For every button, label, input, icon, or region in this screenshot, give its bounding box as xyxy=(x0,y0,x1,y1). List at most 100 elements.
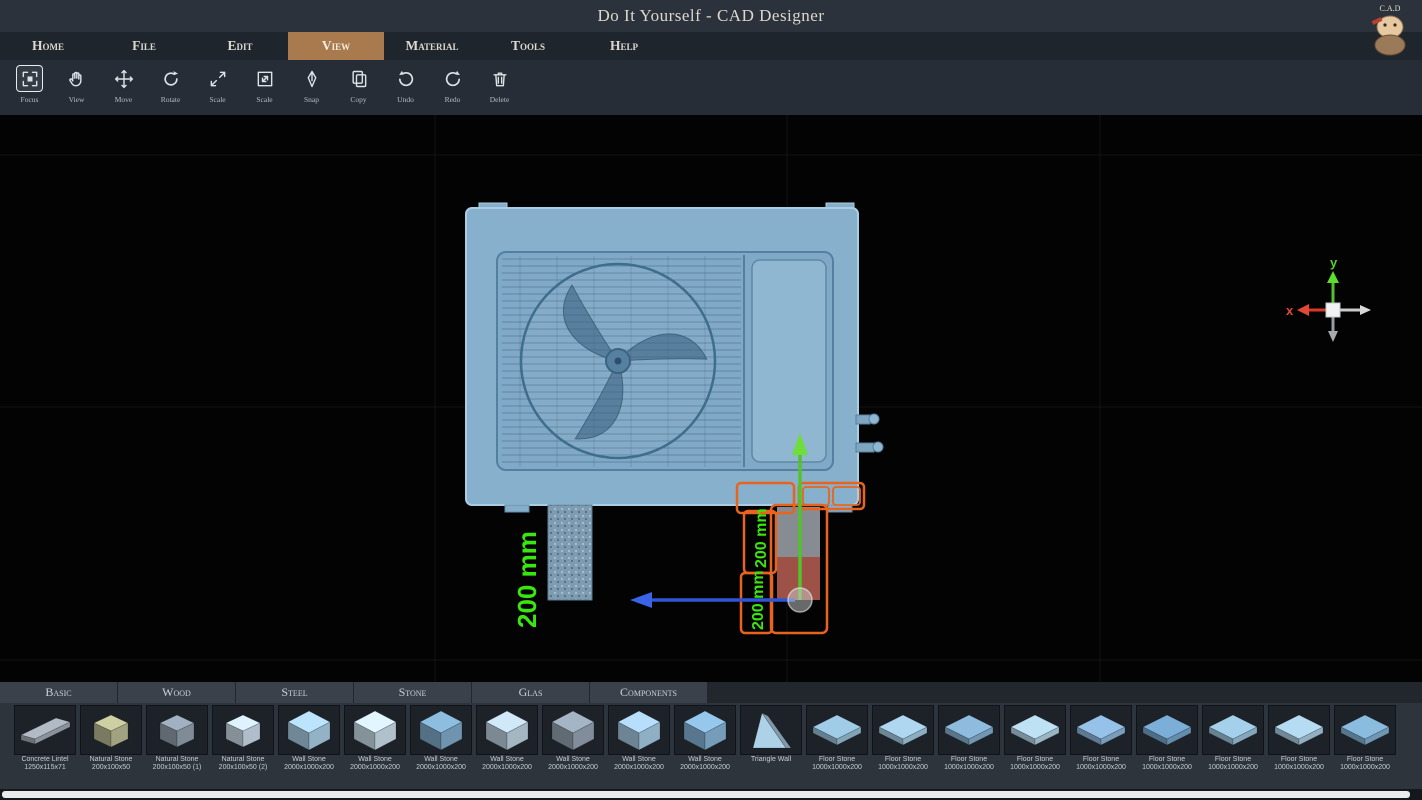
snap-tool-button-6[interactable]: Snap xyxy=(288,63,335,104)
item-thumbnail xyxy=(476,705,538,755)
item-size: 2000x1000x200 xyxy=(408,764,474,772)
copy-tool-button-7[interactable]: Copy xyxy=(335,63,382,104)
library-item[interactable]: Wall Stone 2000x1000x200 xyxy=(672,703,738,789)
library-item[interactable]: Floor Stone 1000x1000x200 xyxy=(870,703,936,789)
item-name: Floor Stone xyxy=(804,756,870,764)
item-thumbnail xyxy=(938,705,1000,755)
ac-unit-model[interactable] xyxy=(466,203,883,512)
library-item[interactable]: Wall Stone 2000x1000x200 xyxy=(474,703,540,789)
menu-item-edit[interactable]: Edit xyxy=(192,32,288,60)
item-size: 200x100x50 (1) xyxy=(144,764,210,772)
item-size: 1000x1000x200 xyxy=(1266,764,1332,772)
library-item[interactable]: Wall Stone 2000x1000x200 xyxy=(540,703,606,789)
library-item[interactable]: Natural Stone 200x100x50 xyxy=(78,703,144,789)
item-name: Floor Stone xyxy=(1332,756,1398,764)
item-preview-icon xyxy=(1335,707,1395,753)
library-item[interactable]: Floor Stone 1000x1000x200 xyxy=(1200,703,1266,789)
tool-caption: Scale xyxy=(241,95,288,104)
focus-icon xyxy=(20,69,40,89)
gizmo-x-label: x xyxy=(1286,303,1294,318)
orientation-gizmo[interactable]: y x xyxy=(1286,255,1371,342)
library-item[interactable]: Concrete Lintel 1250x115x71 xyxy=(12,703,78,789)
item-size: 2000x1000x200 xyxy=(606,764,672,772)
logo-text: C.A.D xyxy=(1380,4,1401,13)
dimension-label: 200 mm xyxy=(512,531,542,628)
rotate-tool-button-3[interactable]: Rotate xyxy=(147,63,194,104)
support-stone-left[interactable] xyxy=(548,505,592,600)
item-thumbnail xyxy=(344,705,406,755)
item-preview-icon xyxy=(675,707,735,753)
undo-tool-button-8[interactable]: Undo xyxy=(382,63,429,104)
library-item[interactable]: Triangle Wall xyxy=(738,703,804,789)
item-name: Floor Stone xyxy=(870,756,936,764)
item-thumbnail xyxy=(542,705,604,755)
scrollbar-thumb[interactable] xyxy=(2,791,1410,798)
library-items: Concrete Lintel 1250x115x71 Natural Ston… xyxy=(0,703,1422,789)
title-bar: Do It Yourself - CAD Designer xyxy=(0,0,1422,32)
tab-basic[interactable]: Basic xyxy=(0,682,117,703)
library-item[interactable]: Floor Stone 1000x1000x200 xyxy=(1266,703,1332,789)
item-size: 2000x1000x200 xyxy=(474,764,540,772)
gizmo-center-cube[interactable] xyxy=(1326,303,1340,317)
menu-item-file[interactable]: File xyxy=(96,32,192,60)
tool-caption: View xyxy=(53,95,100,104)
tool-bar: Focus View Move Rotate Scale Scale xyxy=(0,60,1422,115)
item-name: Floor Stone xyxy=(936,756,1002,764)
menu-item-view[interactable]: View xyxy=(288,32,384,60)
library-item[interactable]: Floor Stone 1000x1000x200 xyxy=(1002,703,1068,789)
library-item[interactable]: Wall Stone 2000x1000x200 xyxy=(276,703,342,789)
item-name: Natural Stone xyxy=(78,756,144,764)
item-name: Wall Stone xyxy=(408,756,474,764)
tab-steel[interactable]: Steel xyxy=(236,682,353,703)
library-item[interactable]: Floor Stone 1000x1000x200 xyxy=(1332,703,1398,789)
tab-components[interactable]: Components xyxy=(590,682,707,703)
item-size: 1000x1000x200 xyxy=(1068,764,1134,772)
library-item[interactable]: Natural Stone 200x100x50 (2) xyxy=(210,703,276,789)
library-item[interactable]: Floor Stone 1000x1000x200 xyxy=(804,703,870,789)
menu-item-material[interactable]: Material xyxy=(384,32,480,60)
focus-tool-button-0[interactable]: Focus xyxy=(6,63,53,104)
scale-tool-button-4[interactable]: Scale xyxy=(194,63,241,104)
ac-pipes xyxy=(856,414,883,452)
library-item[interactable]: Floor Stone 1000x1000x200 xyxy=(1068,703,1134,789)
item-name: Wall Stone xyxy=(672,756,738,764)
library-item[interactable]: Natural Stone 200x100x50 (1) xyxy=(144,703,210,789)
view-tool-button-1[interactable]: View xyxy=(53,63,100,104)
tab-wood[interactable]: Wood xyxy=(118,682,235,703)
library-item[interactable]: Floor Stone 1000x1000x200 xyxy=(936,703,1002,789)
item-thumbnail xyxy=(608,705,670,755)
scale-tool-button-5[interactable]: Scale xyxy=(241,63,288,104)
item-thumbnail xyxy=(1268,705,1330,755)
app-title: Do It Yourself - CAD Designer xyxy=(0,6,1422,26)
library-item[interactable]: Floor Stone 1000x1000x200 xyxy=(1134,703,1200,789)
item-name: Wall Stone xyxy=(606,756,672,764)
library-item[interactable]: Wall Stone 2000x1000x200 xyxy=(408,703,474,789)
redo-tool-button-9[interactable]: Redo xyxy=(429,63,476,104)
item-thumbnail xyxy=(80,705,142,755)
item-preview-icon xyxy=(411,707,471,753)
delete-tool-button-10[interactable]: Delete xyxy=(476,63,523,104)
item-thumbnail xyxy=(14,705,76,755)
tab-stone[interactable]: Stone xyxy=(354,682,471,703)
move-icon xyxy=(114,69,134,89)
menu-item-help[interactable]: Help xyxy=(576,32,672,60)
item-name: Concrete Lintel xyxy=(12,756,78,764)
tab-glas[interactable]: Glas xyxy=(472,682,589,703)
item-preview-icon xyxy=(1137,707,1197,753)
item-size: 1250x115x71 xyxy=(12,764,78,772)
viewport-3d[interactable]: 200 mm 200 mm 200 mm y x xyxy=(0,115,1422,682)
item-size: 2000x1000x200 xyxy=(276,764,342,772)
menu-item-tools[interactable]: Tools xyxy=(480,32,576,60)
viewport-canvas[interactable]: 200 mm 200 mm 200 mm y x xyxy=(0,115,1422,682)
gizmo-origin-handle[interactable] xyxy=(788,588,812,612)
move-tool-button-2[interactable]: Move xyxy=(100,63,147,104)
dimension-label: 200 mm xyxy=(753,508,770,568)
horizontal-scrollbar[interactable] xyxy=(0,789,1422,800)
menu-item-home[interactable]: Home xyxy=(0,32,96,60)
snap-icon xyxy=(302,69,322,89)
item-name: Floor Stone xyxy=(1266,756,1332,764)
library-item[interactable]: Wall Stone 2000x1000x200 xyxy=(606,703,672,789)
library-item[interactable]: Wall Stone 2000x1000x200 xyxy=(342,703,408,789)
item-size: 1000x1000x200 xyxy=(1200,764,1266,772)
item-preview-icon xyxy=(81,707,141,753)
